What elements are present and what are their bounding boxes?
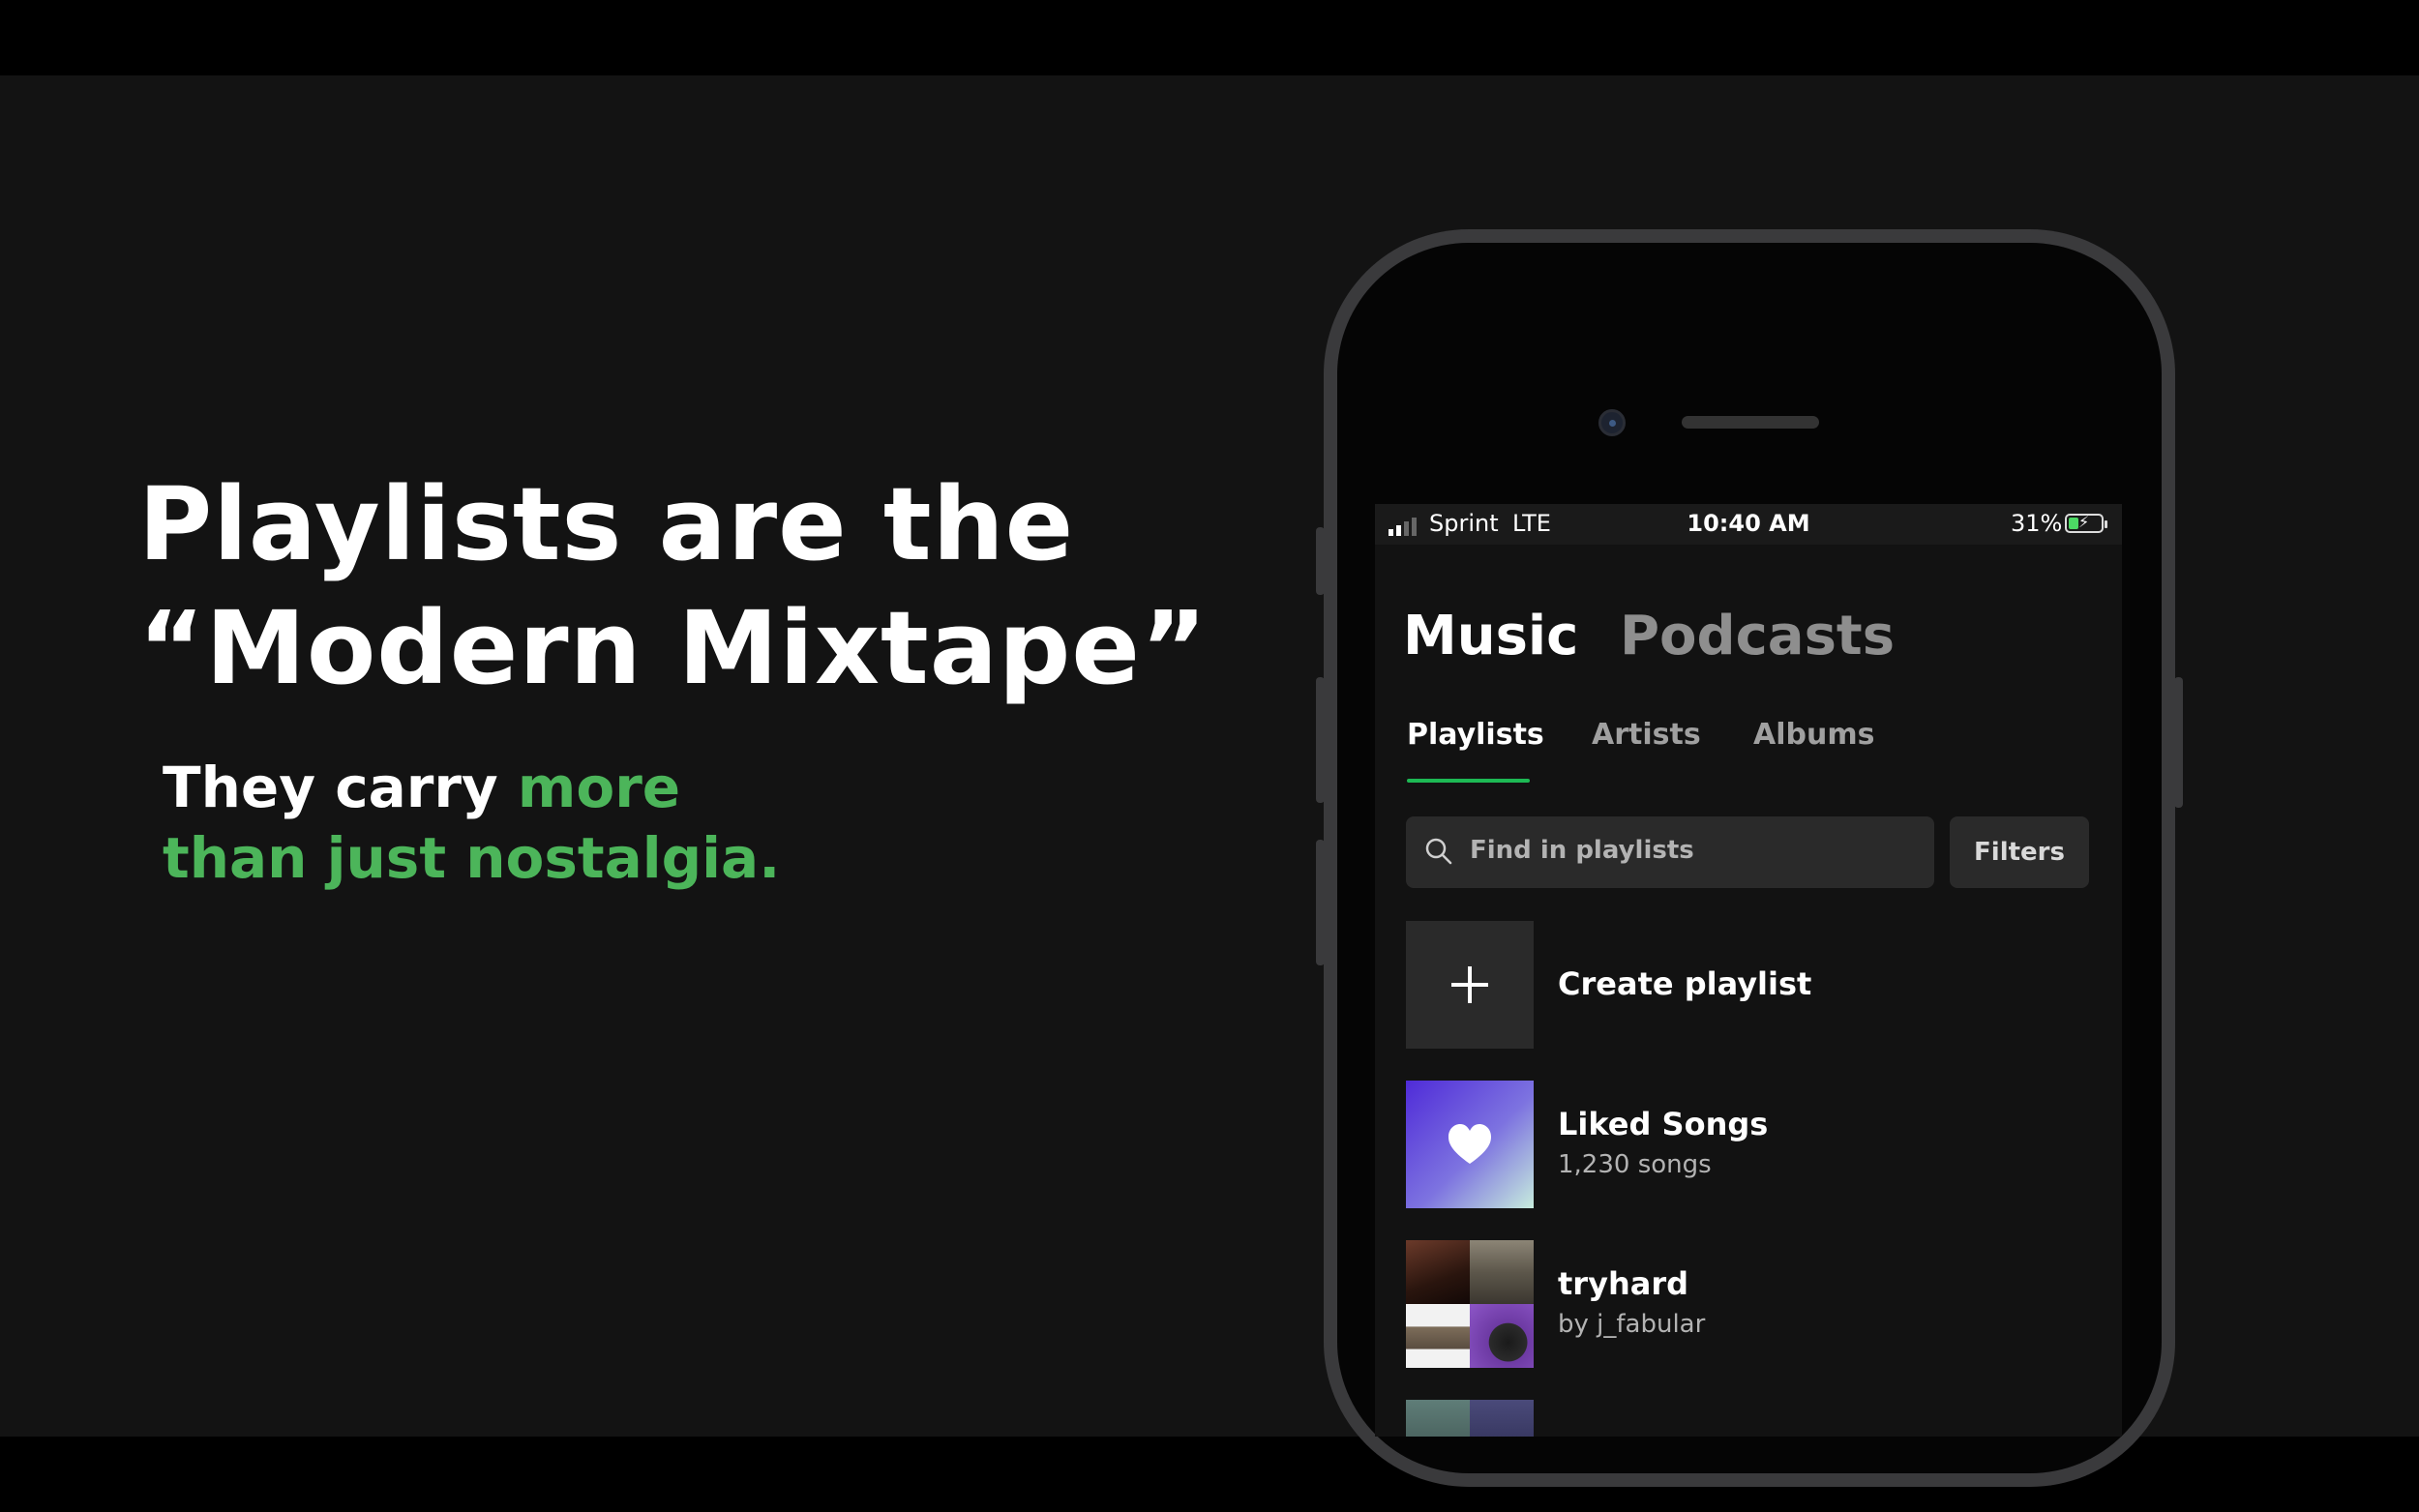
liked-songs-cover — [1406, 1081, 1534, 1208]
search-input[interactable]: Find in playlists — [1406, 816, 1934, 888]
volume-down-button — [1316, 840, 1325, 965]
sub-tab-playlists[interactable]: Playlists — [1407, 718, 1544, 752]
playlist-row-partial[interactable] — [1406, 1400, 2103, 1437]
subtitle-text-accent-1: more — [517, 755, 681, 820]
create-playlist-label: Create playlist — [1558, 965, 1812, 1002]
battery-level-fill — [2069, 518, 2078, 529]
phone-screen: Sprint LTE 10:40 AM 31% ⚡ Music Podcasts… — [1375, 504, 2122, 1437]
slide-subtitle: They carry more than just nostalgia. — [163, 753, 780, 894]
tab-podcasts[interactable]: Podcasts — [1620, 605, 1895, 667]
liked-songs-count: 1,230 songs — [1558, 1150, 1712, 1179]
album-art-2 — [1470, 1240, 1534, 1304]
album-art-3 — [1406, 1304, 1470, 1368]
bolt-icon: ⚡ — [2078, 513, 2090, 531]
earpiece-speaker — [1682, 416, 1819, 429]
heart-icon — [1448, 1124, 1491, 1164]
partial-cover-mosaic — [1406, 1400, 1534, 1437]
tryhard-cover-mosaic — [1406, 1240, 1534, 1368]
plus-icon — [1451, 966, 1488, 1003]
slide-headline: Playlists are the “Modern Mixtape” — [138, 462, 1208, 710]
headline-line-1: Playlists are the — [138, 465, 1075, 583]
playlist-owner-tryhard: by j_fabular — [1558, 1310, 1706, 1339]
search-icon — [1425, 838, 1452, 865]
playlist-title-tryhard: tryhard — [1558, 1265, 1688, 1302]
mute-switch — [1316, 527, 1325, 595]
battery-percent: 31% — [2011, 510, 2063, 537]
battery-icon: ⚡ — [2065, 513, 2107, 533]
album-art-6 — [1470, 1400, 1534, 1437]
playlist-row-tryhard[interactable]: tryhard by j_fabular — [1406, 1240, 2103, 1368]
liked-songs-row[interactable]: Liked Songs 1,230 songs — [1406, 1081, 2103, 1208]
subtitle-text-accent-2: than just nostalgia. — [163, 825, 781, 891]
album-art-5 — [1406, 1400, 1470, 1437]
tab-music[interactable]: Music — [1403, 605, 1578, 667]
letterbox-top — [0, 0, 2419, 75]
create-playlist-tile — [1406, 921, 1534, 1049]
liked-songs-title: Liked Songs — [1558, 1106, 1769, 1142]
active-tab-underline — [1407, 779, 1530, 783]
album-art-1 — [1406, 1240, 1470, 1304]
volume-up-button — [1316, 677, 1325, 803]
create-playlist-row[interactable]: Create playlist — [1406, 921, 2103, 1049]
front-camera-icon — [1598, 409, 1626, 436]
filters-button[interactable]: Filters — [1950, 816, 2089, 888]
search-placeholder: Find in playlists — [1470, 836, 1694, 865]
power-button — [2174, 677, 2183, 808]
headline-line-2: “Modern Mixtape” — [138, 589, 1209, 707]
sub-tab-albums[interactable]: Albums — [1753, 718, 1874, 752]
subtitle-text-white: They carry — [163, 755, 518, 820]
sub-tab-artists[interactable]: Artists — [1592, 718, 1701, 752]
status-bar: Sprint LTE 10:40 AM 31% ⚡ — [1375, 504, 2122, 545]
album-art-4 — [1470, 1304, 1534, 1368]
